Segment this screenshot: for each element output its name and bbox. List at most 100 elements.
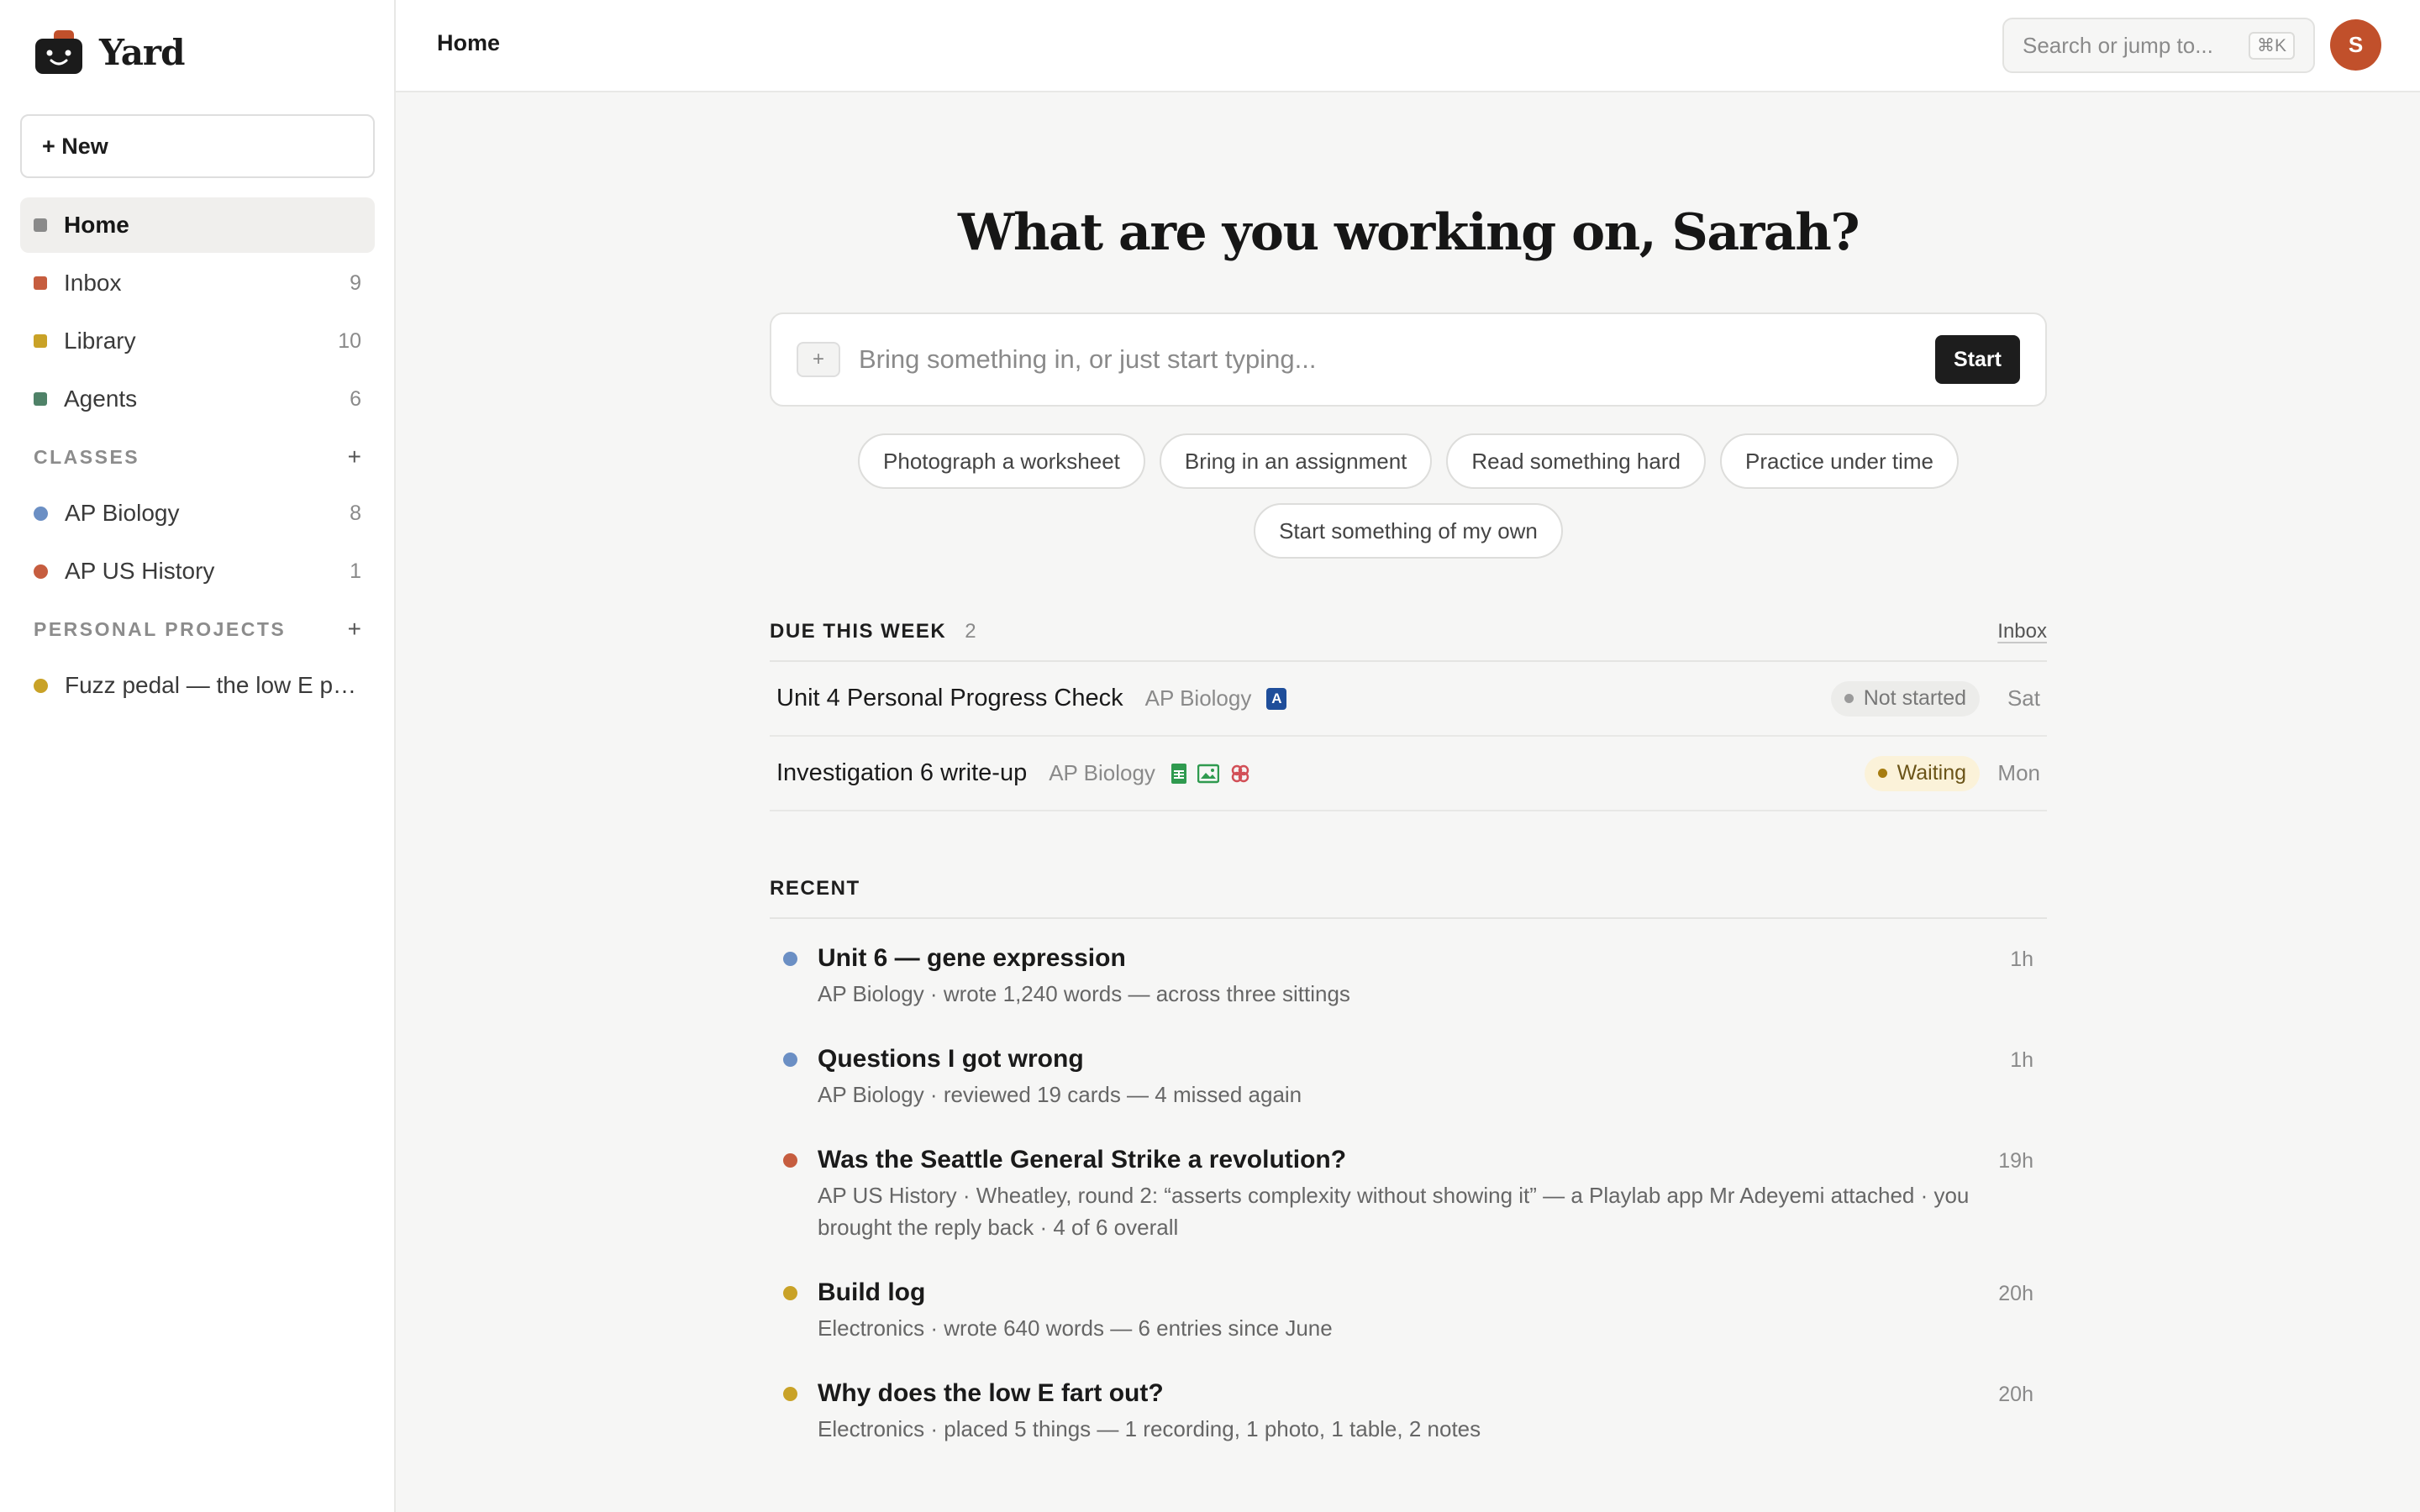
sidebar-item-count: 6	[350, 386, 361, 411]
due-this-week-section: DUE THIS WEEK 2 Inbox Unit 4 Personal Pr…	[770, 620, 2047, 811]
status-label: Waiting	[1897, 761, 1966, 785]
assessment-badge-icon: A	[1266, 687, 1287, 710]
class-dot-icon	[34, 506, 48, 521]
projects-heading-label: PERSONAL PROJECTS	[34, 617, 287, 640]
sidebar-item-label: Home	[64, 212, 129, 238]
sidebar-item-label: AP Biology	[65, 500, 180, 526]
recent-item[interactable]: Questions I got wrong AP Biology · revie…	[770, 1040, 2047, 1110]
section-title: DUE THIS WEEK	[770, 620, 947, 643]
sidebar-item-label: Agents	[64, 386, 138, 412]
chip-photograph-worksheet[interactable]: Photograph a worksheet	[858, 433, 1145, 489]
search-shortcut: ⌘K	[2248, 31, 2295, 60]
sidebar-item-count: 9	[350, 270, 361, 295]
recent-title: Was the Seattle General Strike a revolut…	[818, 1146, 1347, 1173]
status-label: Not started	[1863, 686, 1966, 710]
new-button[interactable]: + New	[20, 114, 375, 178]
inbox-link[interactable]: Inbox	[1997, 620, 2047, 643]
chip-read-something-hard[interactable]: Read something hard	[1446, 433, 1706, 489]
recent-item[interactable]: Why does the low E fart out? Electronics…	[770, 1374, 2047, 1445]
chip-start-own[interactable]: Start something of my own	[1254, 503, 1563, 559]
search-input[interactable]: Search or jump to... ⌘K	[2002, 18, 2315, 73]
recent-item-body: Why does the low E fart out? Electronics…	[818, 1374, 1981, 1445]
status-badge: Waiting	[1864, 755, 1980, 791]
recent-subtitle: Electronics · placed 5 things — 1 record…	[818, 1416, 1481, 1441]
project-dot-icon	[783, 1286, 797, 1300]
page-title: What are you working on, Sarah?	[958, 203, 1860, 262]
recent-time: 20h	[1998, 1383, 2033, 1406]
sidebar-item-inbox[interactable]: Inbox 9	[20, 255, 375, 311]
recent-section: RECENT Unit 6 — gene expression AP Biolo…	[770, 877, 2047, 1445]
sidebar-item-label: Library	[64, 328, 136, 354]
sidebar-item-library[interactable]: Library 10	[20, 313, 375, 369]
sidebar-item-home[interactable]: Home	[20, 197, 375, 253]
sidebar-item-label: AP US History	[65, 558, 215, 584]
composer[interactable]: + Bring something in, or just start typi…	[770, 312, 2047, 407]
recent-item-body: Build log Electronics · wrote 640 words …	[818, 1273, 1981, 1344]
due-row[interactable]: Unit 4 Personal Progress Check AP Biolog…	[770, 662, 2047, 737]
sidebar-item-label: Fuzz pedal — the low E pro...	[65, 672, 361, 698]
home-icon	[34, 218, 47, 232]
class-dot-icon	[783, 1153, 797, 1168]
avatar[interactable]: S	[2330, 19, 2381, 71]
suggestion-chips: Photograph a worksheet Bring in an assig…	[770, 433, 2047, 559]
recent-time: 19h	[1998, 1149, 2033, 1173]
add-class-button[interactable]: +	[348, 444, 361, 470]
recent-title: Questions I got wrong	[818, 1045, 1084, 1073]
link-icon	[1231, 764, 1249, 782]
status-badge: Not started	[1830, 680, 1980, 717]
recent-title: Why does the low E fart out?	[818, 1379, 1164, 1407]
recent-item-body: Was the Seattle General Strike a revolut…	[818, 1141, 1981, 1243]
due-title: Investigation 6 write-up	[776, 759, 1028, 786]
projects-heading: PERSONAL PROJECTS +	[20, 611, 375, 648]
logo[interactable]: Yard	[35, 30, 185, 74]
composer-input[interactable]: Bring something in, or just start typing…	[859, 344, 1935, 375]
chip-bring-assignment[interactable]: Bring in an assignment	[1159, 433, 1433, 489]
classes-heading-label: CLASSES	[34, 445, 140, 468]
sidebar-item-ap-us-history[interactable]: AP US History 1	[20, 543, 375, 599]
status-dot-icon	[1877, 769, 1887, 778]
search-placeholder: Search or jump to...	[2023, 32, 2213, 58]
due-day: Mon	[1997, 760, 2040, 785]
class-dot-icon	[34, 564, 48, 579]
due-title: Unit 4 Personal Progress Check	[776, 685, 1123, 711]
sidebar-item-ap-biology[interactable]: AP Biology 8	[20, 486, 375, 541]
topbar: Home Search or jump to... ⌘K S	[396, 0, 2420, 92]
app-name: Yard	[99, 31, 185, 73]
recent-item[interactable]: Build log Electronics · wrote 640 words …	[770, 1273, 2047, 1344]
sidebar-item-fuzz-pedal[interactable]: Fuzz pedal — the low E pro...	[20, 658, 375, 713]
start-button[interactable]: Start	[1935, 335, 2020, 384]
recent-time: 20h	[1998, 1282, 2033, 1305]
recent-time: 1h	[2010, 1048, 2033, 1072]
section-title: RECENT	[770, 877, 860, 900]
recent-item[interactable]: Unit 6 — gene expression AP Biology · wr…	[770, 939, 2047, 1010]
attach-plus-icon[interactable]: +	[797, 342, 840, 377]
recent-subtitle: AP Biology · reviewed 19 cards — 4 misse…	[818, 1082, 1302, 1107]
chip-practice-under-time[interactable]: Practice under time	[1719, 433, 1959, 489]
due-icons: A	[1266, 687, 1287, 710]
sheet-icon	[1171, 763, 1186, 784]
project-dot-icon	[783, 1387, 797, 1401]
due-class: AP Biology	[1049, 760, 1155, 785]
sidebar-item-agents[interactable]: Agents 6	[20, 371, 375, 427]
agents-icon	[34, 392, 47, 406]
due-day: Sat	[2007, 685, 2040, 711]
sidebar-nav: Home Inbox 9 Library 10 Agents 6 CLASSES…	[20, 197, 375, 716]
recent-subtitle: Electronics · wrote 640 words — 6 entrie…	[818, 1315, 1333, 1341]
recent-subtitle: AP US History · Wheatley, round 2: “asse…	[818, 1183, 1970, 1240]
recent-subtitle: AP Biology · wrote 1,240 words — across …	[818, 981, 1350, 1006]
sidebar-item-count: 8	[350, 501, 361, 525]
library-icon	[34, 334, 47, 348]
section-header: DUE THIS WEEK 2 Inbox	[770, 620, 2047, 662]
recent-time: 1h	[2010, 948, 2033, 971]
class-dot-icon	[783, 952, 797, 966]
classes-heading: CLASSES +	[20, 438, 375, 475]
add-project-button[interactable]: +	[348, 616, 361, 643]
recent-item[interactable]: Was the Seattle General Strike a revolut…	[770, 1141, 2047, 1243]
breadcrumb[interactable]: Home	[437, 30, 500, 56]
due-row[interactable]: Investigation 6 write-up AP Biology Wait…	[770, 737, 2047, 811]
sidebar-item-count: 1	[350, 559, 361, 583]
recent-title: Unit 6 — gene expression	[818, 944, 1126, 972]
status-dot-icon	[1844, 694, 1854, 703]
inbox-icon	[34, 276, 47, 290]
recent-item-body: Questions I got wrong AP Biology · revie…	[818, 1040, 1993, 1110]
